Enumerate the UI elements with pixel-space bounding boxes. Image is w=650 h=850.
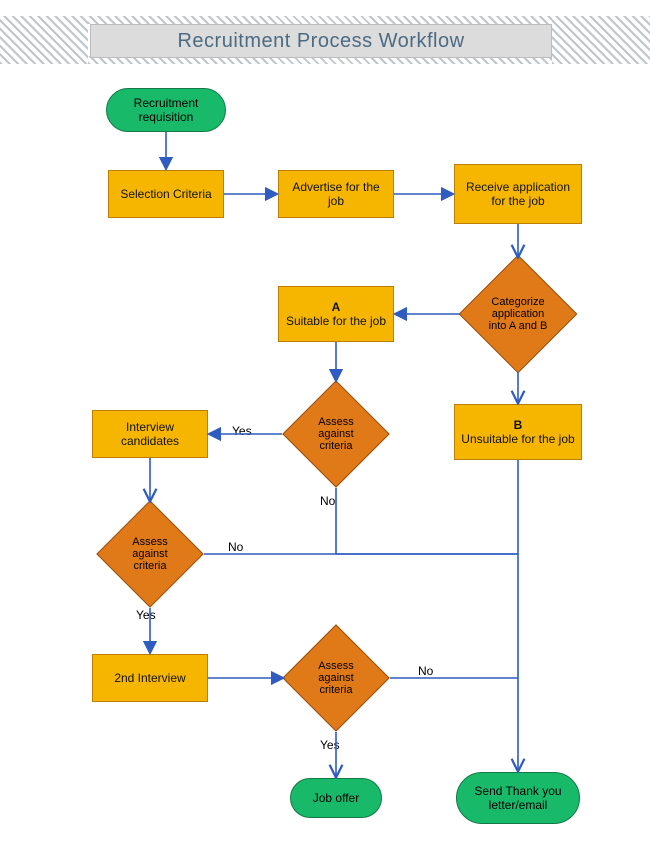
node-a-label: Suitable for the job xyxy=(286,314,386,328)
node-second-interview: 2nd Interview xyxy=(92,654,208,702)
node-a-head: A xyxy=(332,300,341,314)
node-job-offer: Job offer xyxy=(290,778,382,818)
node-selection-criteria: Selection Criteria xyxy=(108,170,224,218)
node-assess-2: Assess against criteria xyxy=(112,516,188,592)
node-recruitment-requisition: Recruitment requisition xyxy=(106,88,226,132)
edge-label-assess3-yes: Yes xyxy=(320,738,340,752)
node-categorize-label: Categorize application into A and B xyxy=(476,272,560,356)
node-assess-2-label: Assess against criteria xyxy=(112,516,188,592)
node-assess-1: Assess against criteria xyxy=(298,396,374,472)
node-b-label: Unsuitable for the job xyxy=(461,432,574,446)
node-assess-1-label: Assess against criteria xyxy=(298,396,374,472)
node-assess-3-label: Assess against criteria xyxy=(298,640,374,716)
edge-label-assess1-no: No xyxy=(320,494,335,508)
edge-label-assess2-yes: Yes xyxy=(136,608,156,622)
node-interview-candidates: Interview candidates xyxy=(92,410,208,458)
node-receive-application: Receive application for the job xyxy=(454,164,582,224)
edge-label-assess2-no: No xyxy=(228,540,243,554)
flowchart-canvas: Recruitment requisition Selection Criter… xyxy=(0,0,650,850)
node-advertise: Advertise for the job xyxy=(278,170,394,218)
edge-label-assess1-yes: Yes xyxy=(232,424,252,438)
node-categorize: Categorize application into A and B xyxy=(476,272,560,356)
node-a-suitable: A Suitable for the job xyxy=(278,286,394,342)
node-thank-you: Send Thank you letter/email xyxy=(456,772,580,824)
node-assess-3: Assess against criteria xyxy=(298,640,374,716)
node-b-unsuitable: B Unsuitable for the job xyxy=(454,404,582,460)
node-b-head: B xyxy=(514,418,523,432)
edge-label-assess3-no: No xyxy=(418,664,433,678)
